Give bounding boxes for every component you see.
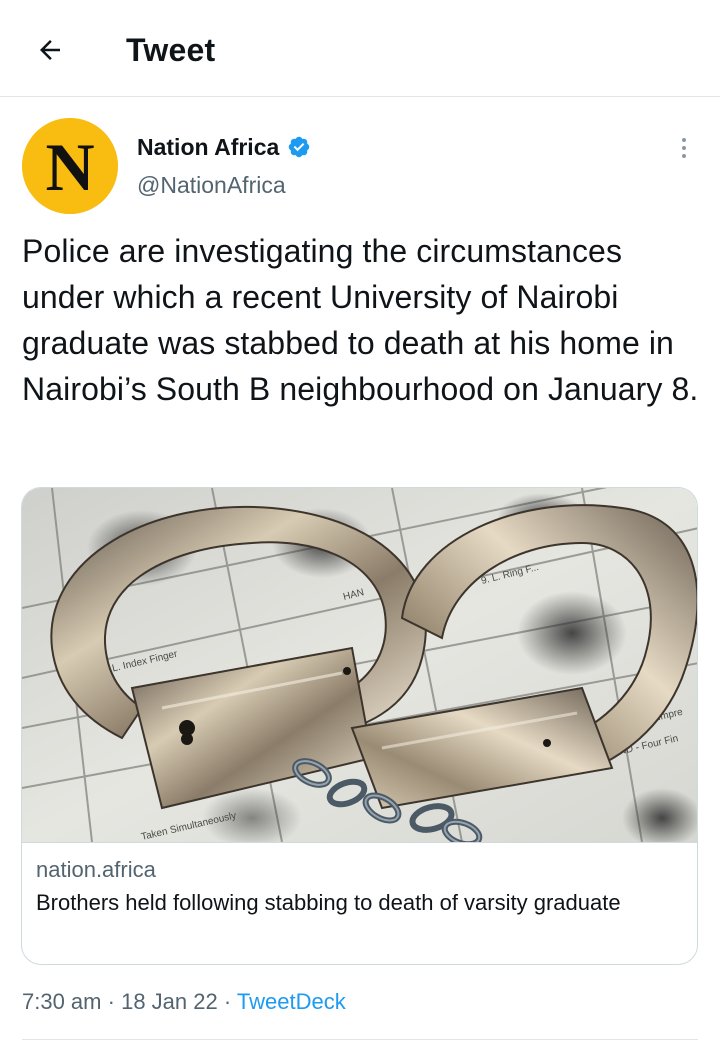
author-handle[interactable]: @NationAfrica: [137, 170, 286, 200]
tweet-timestamp: 7:30 am · 18 Jan 22 · TweetDeck: [22, 986, 346, 1018]
tweet-page: Tweet N Nation Africa @NationAfrica Poli…: [0, 0, 720, 1047]
card-meta: nation.africa Brothers held following st…: [22, 842, 697, 964]
more-vertical-icon: [682, 138, 686, 142]
card-title: Brothers held following stabbing to deat…: [36, 890, 621, 915]
arrow-left-icon: [40, 40, 60, 60]
avatar[interactable]: N: [22, 118, 118, 214]
author-name[interactable]: Nation Africa: [137, 132, 311, 162]
tweet-source-link[interactable]: TweetDeck: [237, 989, 346, 1014]
more-options-button[interactable]: [672, 134, 696, 162]
nation-logo-icon: N: [22, 118, 118, 214]
author-name-text: Nation Africa: [137, 134, 280, 160]
verified-badge-icon: [289, 136, 310, 158]
handcuffs-image: 7. L. Index Finger 9. L. Ring F... Taken…: [22, 488, 697, 842]
back-button[interactable]: [30, 30, 70, 70]
tweet-time[interactable]: 7:30 am: [22, 989, 102, 1014]
separator: ·: [223, 989, 232, 1014]
top-bar: Tweet: [0, 0, 720, 97]
link-preview-card[interactable]: 7. L. Index Finger 9. L. Ring F... Taken…: [21, 487, 698, 965]
divider: [22, 1039, 698, 1040]
tweet-text: Police are investigating the circumstanc…: [22, 233, 699, 407]
card-domain: nation.africa: [36, 857, 156, 882]
avatar-letter: N: [45, 129, 94, 205]
tweet-date[interactable]: 18 Jan 22: [121, 989, 218, 1014]
separator: ·: [107, 989, 115, 1014]
page-title: Tweet: [126, 32, 216, 68]
